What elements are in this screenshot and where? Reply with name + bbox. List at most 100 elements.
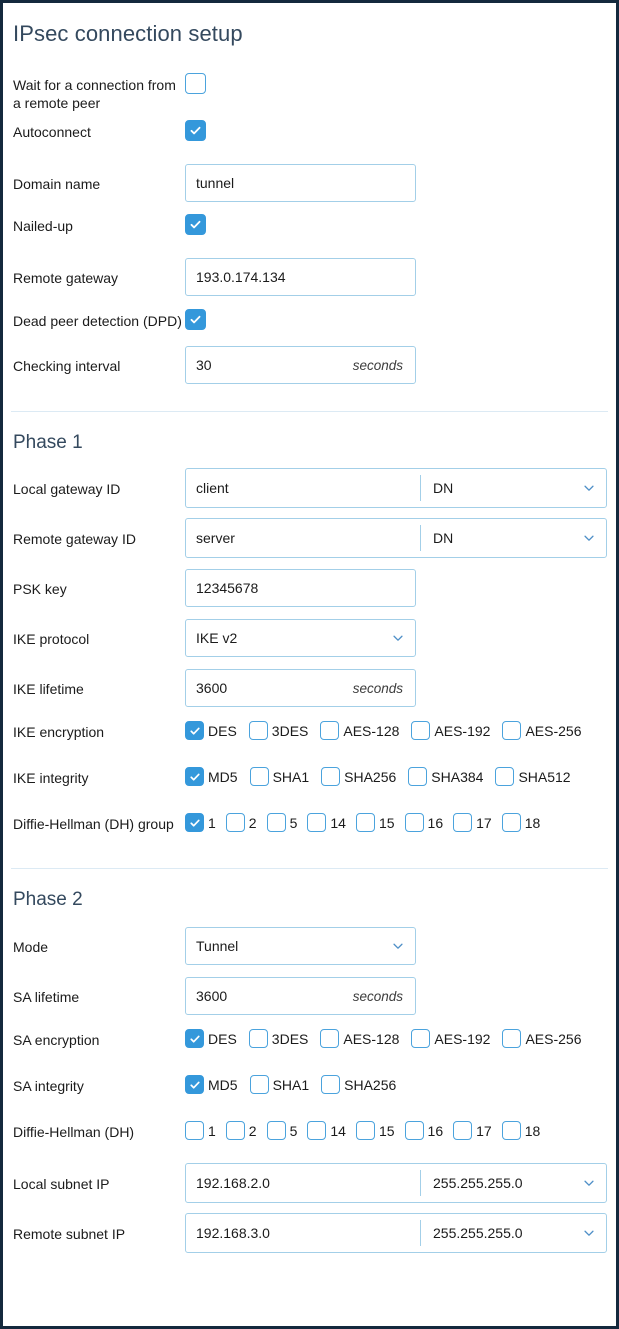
local-subnet-mask-select[interactable]: 255.255.255.0: [421, 1164, 606, 1202]
remote-gateway-id-type-select[interactable]: DN: [421, 519, 606, 557]
local-gateway-id-input[interactable]: client: [186, 469, 420, 507]
checkbox-option[interactable]: AES-192: [411, 1029, 490, 1048]
checkbox-option[interactable]: SHA512: [495, 767, 571, 786]
option-checkbox[interactable]: [320, 721, 340, 740]
checkbox-option[interactable]: 16: [404, 813, 443, 832]
option-checkbox[interactable]: [248, 721, 268, 740]
checkbox-option[interactable]: SHA384: [408, 767, 483, 786]
wait-for-connection-checkbox[interactable]: [185, 73, 206, 94]
option-checkbox[interactable]: [411, 721, 431, 740]
checkbox-option[interactable]: DES: [185, 1029, 237, 1048]
option-checkbox[interactable]: [501, 1121, 521, 1140]
remote-gateway-id-input[interactable]: server: [186, 519, 420, 557]
checkbox-option[interactable]: 3DES: [248, 1029, 308, 1048]
option-checkbox[interactable]: [408, 767, 428, 786]
checkbox-option[interactable]: 15: [355, 1121, 395, 1140]
option-checkbox[interactable]: [185, 767, 204, 786]
checkbox-option[interactable]: 15: [355, 813, 395, 832]
phase2-section: Phase 2 Mode Tunnel SA lifetime 3600 sec…: [3, 869, 616, 1253]
row-mode: Mode Tunnel: [3, 927, 616, 965]
option-checkbox[interactable]: [225, 1121, 245, 1140]
checkbox-option[interactable]: 14: [307, 813, 346, 832]
checkbox-option[interactable]: SHA1: [249, 767, 309, 786]
ike-lifetime-input[interactable]: 3600 seconds: [185, 669, 416, 707]
remote-gateway-input[interactable]: 193.0.174.134: [185, 258, 416, 296]
option-checkbox[interactable]: [502, 721, 522, 740]
option-checkbox[interactable]: [501, 813, 521, 832]
option-checkbox[interactable]: [185, 1121, 204, 1140]
checkbox-option[interactable]: AES-128: [320, 721, 399, 740]
dpd-checkbox[interactable]: [185, 309, 206, 330]
option-checkbox[interactable]: [404, 813, 424, 832]
option-checkbox[interactable]: [185, 1075, 204, 1094]
option-checkbox[interactable]: [355, 813, 375, 832]
option-label: SHA384: [431, 768, 484, 785]
checkbox-option[interactable]: 5: [266, 813, 297, 832]
checkbox-option[interactable]: AES-256: [502, 1029, 582, 1048]
checkbox-option[interactable]: 5: [266, 1121, 297, 1140]
autoconnect-checkbox[interactable]: [185, 120, 206, 141]
checkbox-option[interactable]: AES-128: [320, 1029, 399, 1048]
domain-name-input[interactable]: tunnel: [185, 164, 416, 202]
checkbox-option[interactable]: 17: [453, 813, 492, 832]
option-checkbox[interactable]: [321, 1075, 341, 1094]
checkbox-option[interactable]: 16: [404, 1121, 443, 1140]
option-checkbox[interactable]: [249, 767, 269, 786]
checkbox-option[interactable]: 14: [307, 1121, 346, 1140]
checkbox-option[interactable]: SHA256: [321, 767, 396, 786]
option-checkbox[interactable]: [502, 1029, 522, 1048]
checkbox-option[interactable]: 3DES: [248, 721, 308, 740]
ike-lifetime-unit: seconds: [352, 680, 403, 696]
remote-gateway-id-label: Remote gateway ID: [13, 531, 136, 547]
row-autoconnect: Autoconnect: [3, 120, 616, 152]
ike-protocol-select[interactable]: IKE v2: [185, 619, 416, 657]
option-checkbox[interactable]: [411, 1029, 431, 1048]
local-gateway-id-type-select[interactable]: DN: [421, 469, 606, 507]
checkbox-option[interactable]: DES: [185, 721, 237, 740]
checkbox-option[interactable]: AES-256: [502, 721, 582, 740]
option-checkbox[interactable]: [185, 813, 204, 832]
row-dh-group-p1: Diffie-Hellman (DH) group 1 2 5 14 15 16 17 18: [3, 812, 616, 844]
checkbox-option[interactable]: 18: [501, 813, 540, 832]
option-label: SHA256: [344, 768, 397, 785]
remote-subnet-mask-select[interactable]: 255.255.255.0: [421, 1214, 606, 1252]
option-label: 17: [476, 814, 492, 831]
option-checkbox[interactable]: [495, 767, 515, 786]
option-checkbox[interactable]: [307, 1121, 327, 1140]
nailed-up-checkbox[interactable]: [185, 214, 206, 235]
option-checkbox[interactable]: [248, 1029, 268, 1048]
checkbox-option[interactable]: SHA1: [249, 1075, 309, 1094]
local-subnet-ip-input[interactable]: 192.168.2.0: [186, 1164, 420, 1202]
checkbox-option[interactable]: 1: [185, 813, 216, 832]
option-checkbox[interactable]: [185, 1029, 204, 1048]
checkbox-option[interactable]: 2: [225, 813, 257, 832]
remote-subnet-ip-input[interactable]: 192.168.3.0: [186, 1214, 420, 1252]
option-checkbox[interactable]: [307, 813, 327, 832]
option-checkbox[interactable]: [453, 813, 473, 832]
option-checkbox[interactable]: [266, 813, 286, 832]
option-checkbox[interactable]: [453, 1121, 473, 1140]
checkbox-option[interactable]: 18: [501, 1121, 540, 1140]
option-checkbox[interactable]: [225, 813, 245, 832]
checkbox-option[interactable]: AES-192: [411, 721, 490, 740]
option-checkbox[interactable]: [266, 1121, 286, 1140]
checking-interval-input[interactable]: 30 seconds: [185, 346, 416, 384]
psk-key-label: PSK key: [13, 581, 67, 597]
checkbox-option[interactable]: MD5: [185, 767, 238, 786]
option-checkbox[interactable]: [185, 721, 204, 740]
checkbox-option[interactable]: MD5: [185, 1075, 238, 1094]
mode-select[interactable]: Tunnel: [185, 927, 416, 965]
option-checkbox[interactable]: [249, 1075, 269, 1094]
checkbox-option[interactable]: 17: [453, 1121, 492, 1140]
option-checkbox[interactable]: [404, 1121, 424, 1140]
option-checkbox[interactable]: [355, 1121, 375, 1140]
option-label: AES-128: [343, 722, 400, 739]
option-checkbox[interactable]: [320, 1029, 340, 1048]
checkbox-option[interactable]: 2: [225, 1121, 257, 1140]
psk-key-input[interactable]: 12345678: [185, 569, 416, 607]
option-label: DES: [208, 722, 237, 739]
checkbox-option[interactable]: 1: [185, 1121, 216, 1140]
sa-lifetime-input[interactable]: 3600 seconds: [185, 977, 416, 1015]
option-checkbox[interactable]: [321, 767, 341, 786]
checkbox-option[interactable]: SHA256: [321, 1075, 396, 1094]
